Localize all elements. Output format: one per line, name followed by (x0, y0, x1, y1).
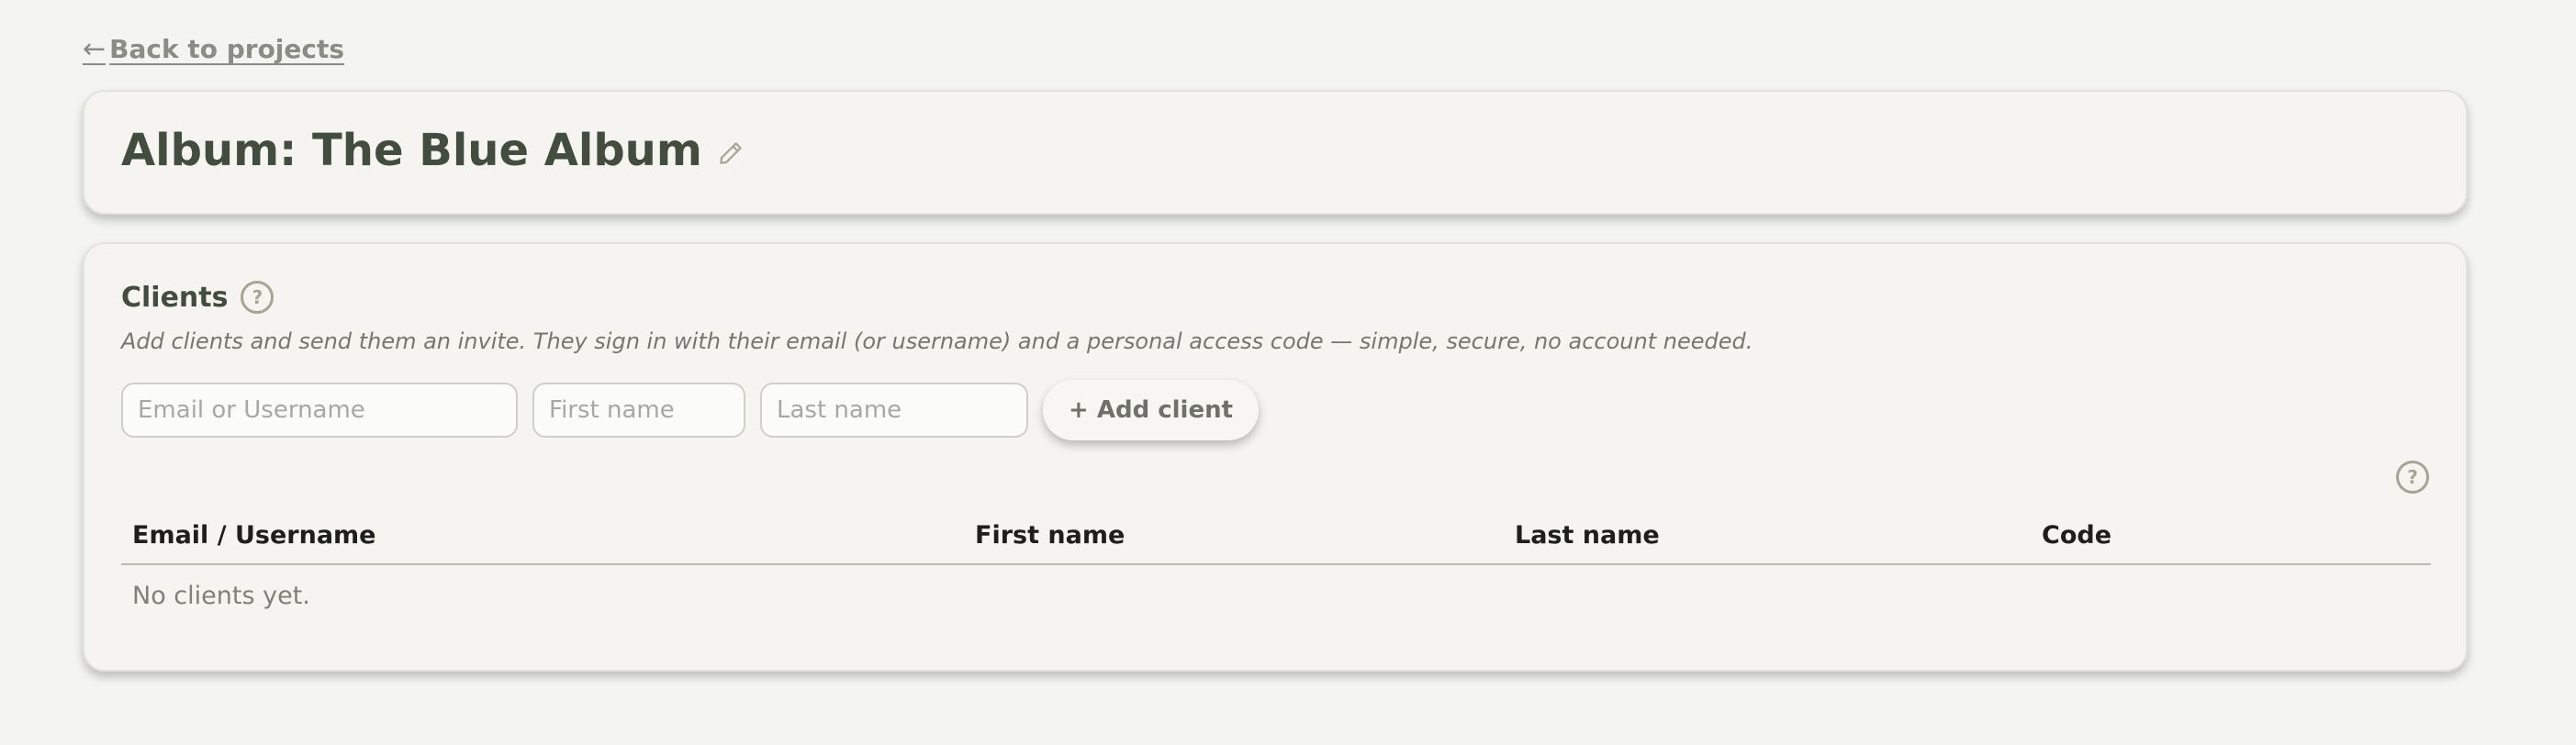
first-name-input[interactable] (532, 383, 745, 438)
title-row: Album: The Blue Album (121, 125, 745, 176)
back-arrow-icon: ← (83, 33, 106, 65)
add-client-button[interactable]: + Add client (1043, 380, 1260, 440)
album-header-card: Album: The Blue Album (83, 90, 2468, 215)
back-to-projects-link[interactable]: ← Back to projects (83, 33, 344, 65)
empty-state-text: No clients yet. (132, 582, 310, 610)
pencil-icon[interactable] (717, 139, 745, 167)
table-help-icon[interactable]: ? (2396, 461, 2429, 494)
clients-table: Email / Username First name Last name Co… (121, 510, 2431, 624)
back-link-label: Back to projects (109, 34, 345, 64)
clients-title: Clients (121, 281, 229, 314)
clients-help-icon[interactable]: ? (241, 281, 274, 314)
column-header-last-name: Last name (1515, 521, 1660, 550)
column-header-email: Email / Username (132, 521, 376, 550)
column-header-code: Code (2042, 521, 2112, 550)
email-username-input[interactable] (121, 383, 518, 438)
column-header-first-name: First name (975, 521, 1126, 550)
clients-card: Clients ? Add clients and send them an i… (83, 242, 2468, 672)
last-name-input[interactable] (760, 383, 1028, 438)
clients-heading: Clients ? (121, 281, 274, 314)
table-empty-row: No clients yet. (121, 565, 2431, 624)
table-header: Email / Username First name Last name Co… (121, 510, 2431, 565)
add-client-form: + Add client (121, 380, 1260, 440)
clients-description: Add clients and send them an invite. The… (121, 328, 1753, 354)
page-title: Album: The Blue Album (121, 125, 702, 176)
